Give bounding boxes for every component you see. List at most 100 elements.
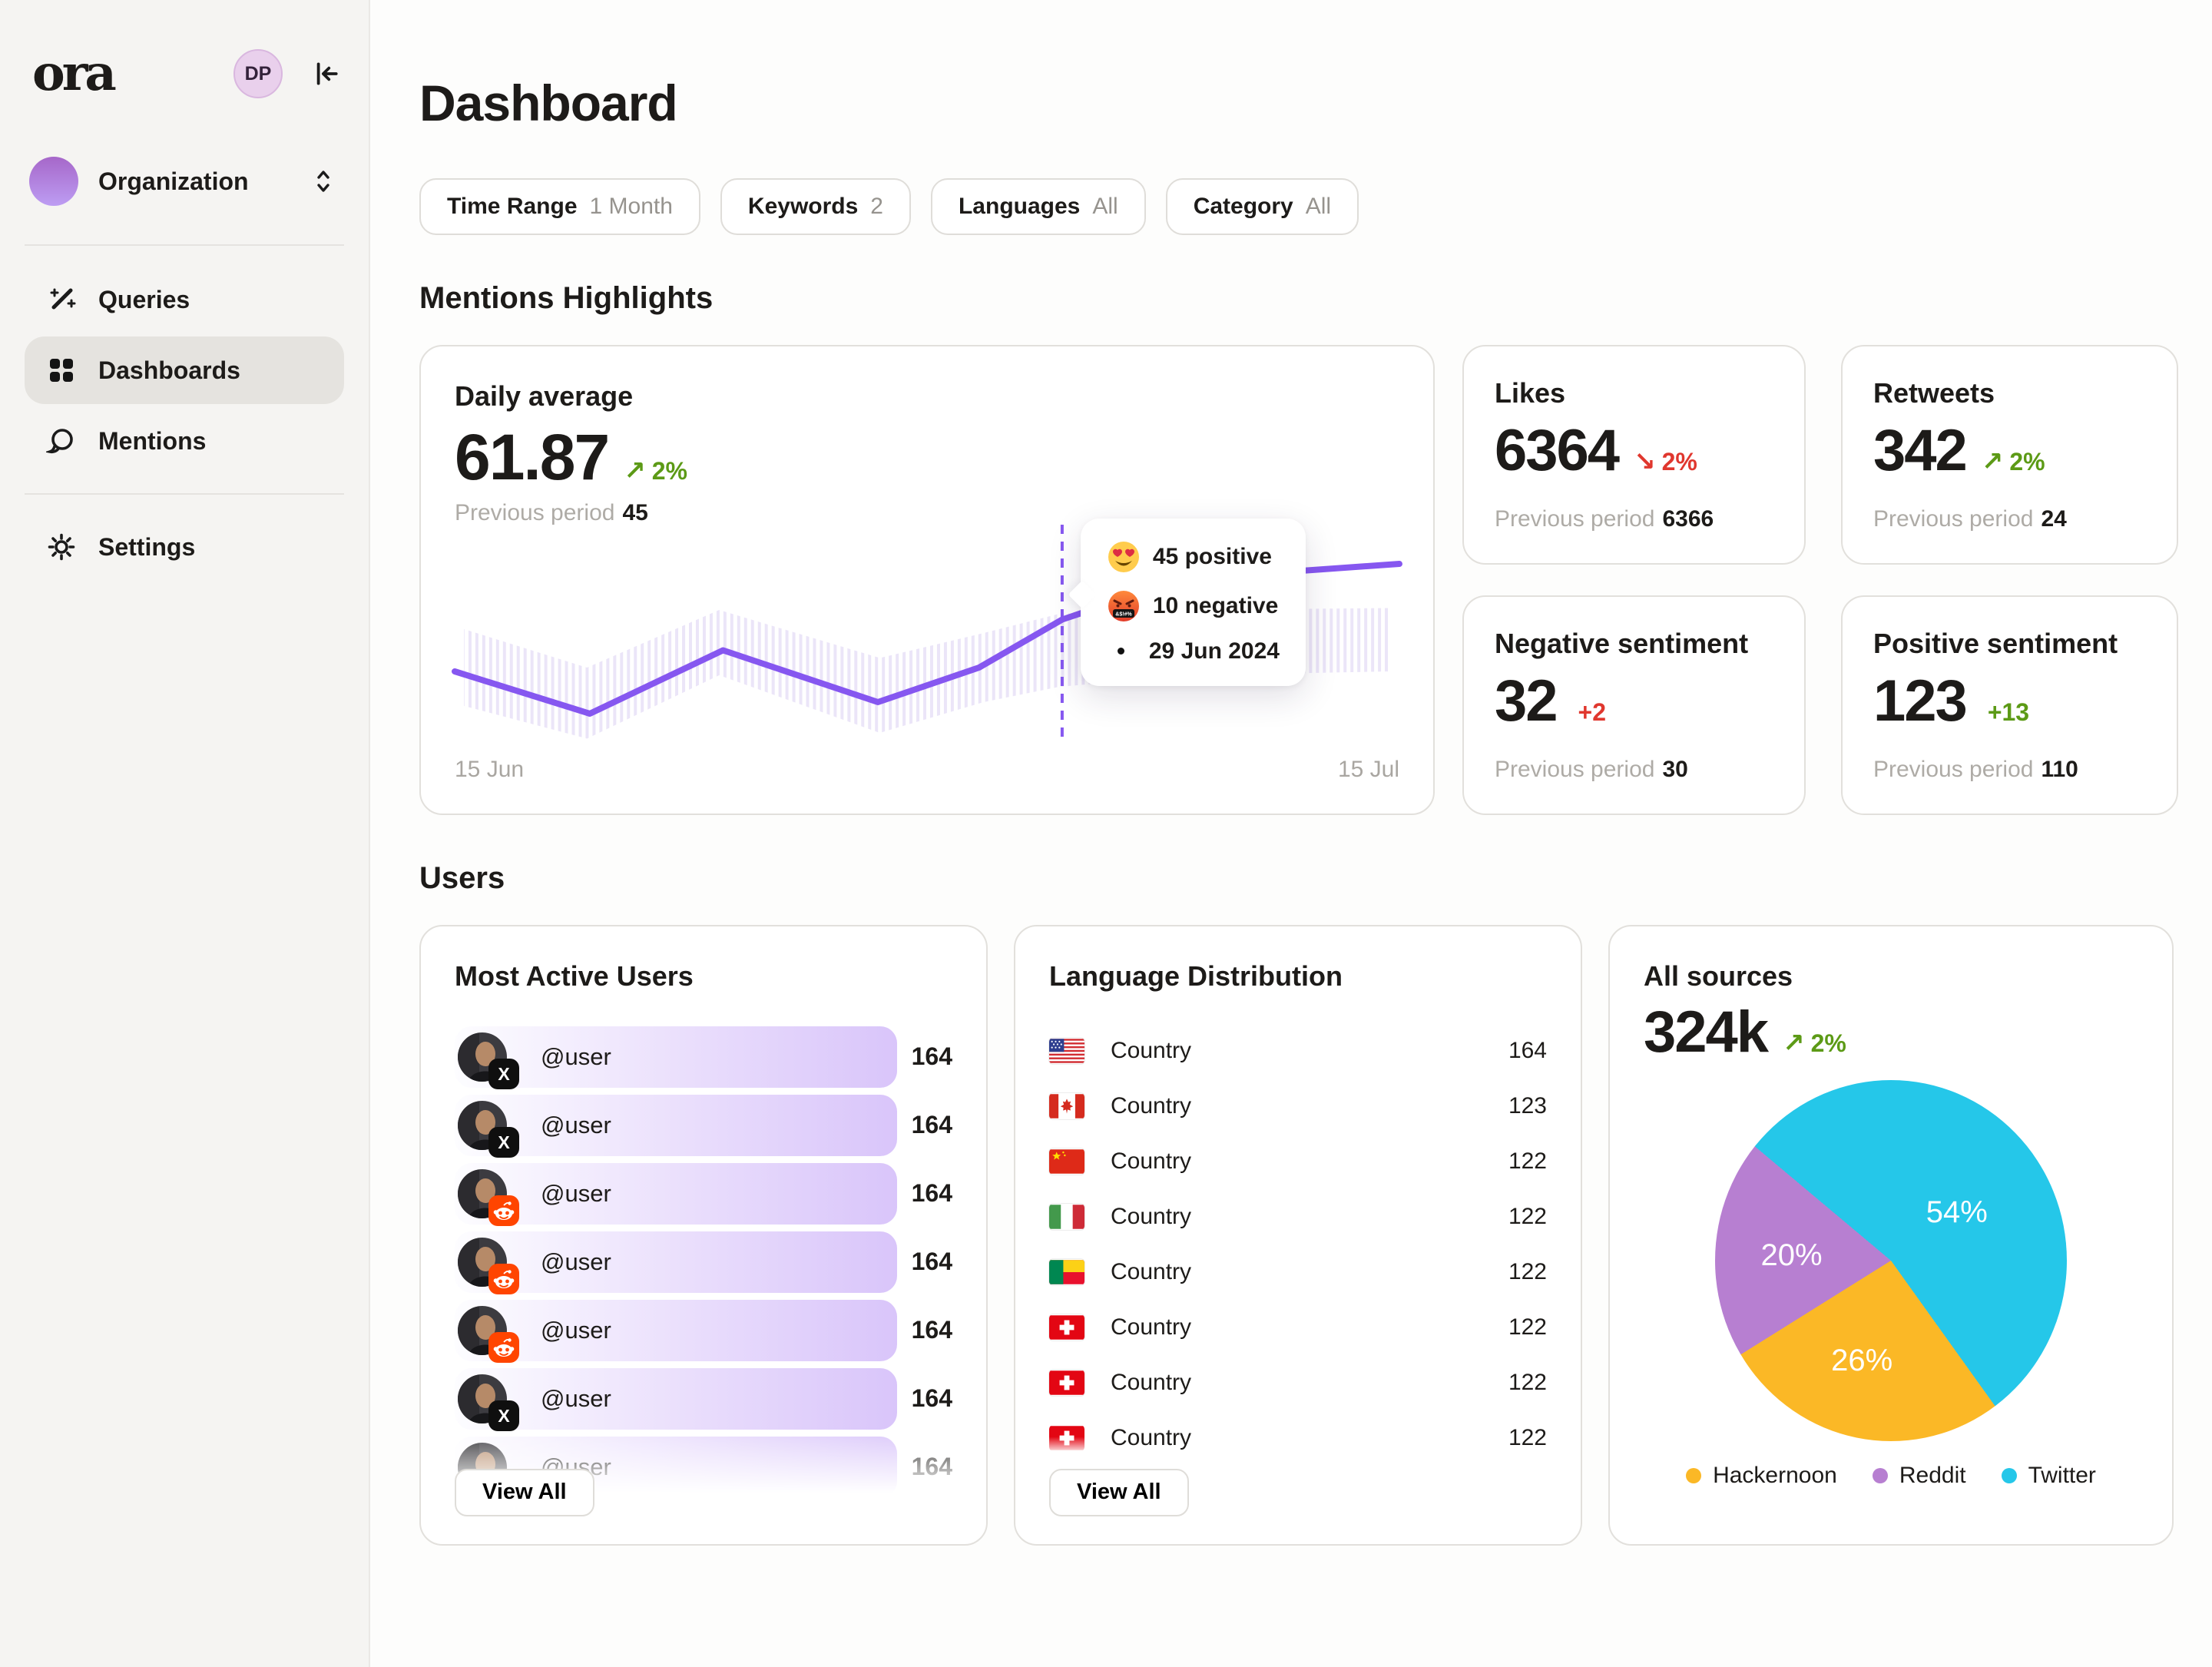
main-content: Dashboard Time Range 1 Month Keywords 2 …	[370, 0, 2212, 1667]
user-activity-bar	[455, 1368, 897, 1430]
filter-chip-value: All	[1306, 194, 1331, 220]
legend-dot-icon	[1873, 1468, 1888, 1483]
stat-card: Positive sentiment 123 +13 Previous peri…	[1841, 595, 2178, 815]
sidebar-item-queries[interactable]: Queries	[25, 266, 344, 333]
filter-chip-category[interactable]: Category All	[1166, 178, 1359, 235]
legend-item: Twitter	[2002, 1463, 2096, 1489]
filter-chip-keywords[interactable]: Keywords 2	[720, 178, 911, 235]
user-avatar: X	[458, 1306, 507, 1355]
country-count: 122	[1508, 1204, 1547, 1230]
sidebar-nav-label: Queries	[98, 286, 190, 314]
language-row: Country 164	[1049, 1023, 1547, 1079]
active-user-row[interactable]: X @user 164	[455, 1026, 952, 1088]
country-count: 123	[1508, 1093, 1547, 1119]
user-handle: @user	[541, 1180, 611, 1208]
country-label: Country	[1111, 1038, 1191, 1064]
country-count: 122	[1508, 1370, 1547, 1396]
stats-grid: Likes 6364 ↘ 2% Previous period6366 Retw…	[1462, 345, 2178, 815]
user-activity-bar	[455, 1163, 897, 1225]
stat-delta: ↗ 2%	[1982, 446, 2045, 477]
country-label: Country	[1111, 1204, 1191, 1230]
language-row: Country 122	[1049, 1355, 1547, 1410]
country-count: 122	[1508, 1148, 1547, 1175]
country-label: Country	[1111, 1314, 1191, 1341]
stat-title: Likes	[1495, 377, 1773, 409]
daily-average-value: 61.87	[455, 425, 608, 489]
organization-selector[interactable]: Organization	[25, 157, 344, 206]
user-handle: @user	[541, 1317, 611, 1344]
active-user-row[interactable]: X @user 164	[455, 1163, 952, 1225]
user-avatar: X	[458, 1238, 507, 1287]
user-avatar: X	[458, 1101, 507, 1150]
country-flag-icon	[1049, 1314, 1084, 1341]
user-handle: @user	[541, 1112, 611, 1139]
country-label: Country	[1111, 1148, 1191, 1175]
stat-value: 6364	[1495, 422, 1618, 480]
country-label: Country	[1111, 1425, 1191, 1451]
network-badge: X	[488, 1127, 519, 1158]
active-user-row[interactable]: X @user 164	[455, 1095, 952, 1156]
sidebar-item-settings[interactable]: Settings	[25, 513, 344, 581]
card-title: Daily average	[455, 380, 1399, 413]
country-flag-icon	[1049, 1370, 1084, 1396]
reddit-icon	[488, 1195, 519, 1226]
previous-period: Previous period30	[1495, 757, 1773, 783]
country-count: 164	[1508, 1038, 1547, 1064]
pie-slice-label: 20%	[1761, 1238, 1823, 1273]
network-badge: X	[488, 1400, 519, 1431]
angry-cursing-emoji-icon: &$!#%	[1107, 589, 1141, 623]
x-twitter-icon: X	[488, 1400, 519, 1431]
chart-x-axis: 15 Jun 15 Jul	[455, 757, 1399, 783]
filter-chip-languages[interactable]: Languages All	[931, 178, 1146, 235]
daily-average-chart[interactable]: 45 positive &$!#%	[455, 552, 1399, 744]
x-axis-end: 15 Jul	[1338, 757, 1399, 783]
stat-delta: +2	[1572, 698, 1606, 727]
user-activity-bar	[455, 1231, 897, 1293]
legend-dot-icon	[1686, 1468, 1701, 1483]
divider	[25, 493, 344, 495]
trend-up-icon: ↗	[1783, 1028, 1805, 1059]
collapse-sidebar-icon[interactable]	[309, 58, 341, 90]
heart-eyes-emoji-icon	[1107, 540, 1141, 574]
reddit-icon	[488, 1332, 519, 1363]
active-user-row[interactable]: X @user 164	[455, 1368, 952, 1430]
tooltip-date: 29 Jun 2024	[1149, 638, 1280, 664]
country-flag-icon	[1049, 1093, 1084, 1119]
users-list: X @user 164 X	[455, 1026, 952, 1498]
sidebar-item-dashboards[interactable]: Dashboards	[25, 336, 344, 404]
bullet-dot	[1118, 648, 1124, 655]
all-sources-card: All sources 324k ↗ 2% 54% 26% 20% Hacker…	[1608, 925, 2174, 1546]
language-distribution-card: Language Distribution Country 164 Countr…	[1014, 925, 1582, 1546]
view-all-users-button[interactable]: View All	[455, 1469, 594, 1516]
sidebar: ora DP Organization	[0, 0, 370, 1667]
legend-dot-icon	[2002, 1468, 2017, 1483]
sidebar-item-mentions[interactable]: Mentions	[25, 407, 344, 475]
x-axis-start: 15 Jun	[455, 757, 524, 783]
legend-label: Hackernoon	[1713, 1463, 1837, 1489]
legend-label: Twitter	[2028, 1463, 2096, 1489]
language-row: Country 122	[1049, 1300, 1547, 1355]
country-count: 122	[1508, 1314, 1547, 1341]
country-flag-icon	[1049, 1425, 1084, 1451]
user-avatar[interactable]: DP	[233, 49, 283, 98]
filter-bar: Time Range 1 Month Keywords 2 Languages …	[419, 178, 2178, 235]
dashboard-app: ora DP Organization	[0, 0, 2212, 1667]
view-all-languages-button[interactable]: View All	[1049, 1469, 1189, 1516]
dashboard-grid-icon	[46, 355, 77, 386]
active-user-row[interactable]: X @user 164	[455, 1231, 952, 1293]
all-sources-delta: ↗ 2%	[1783, 1028, 1846, 1059]
pie-slice-label: 54%	[1926, 1195, 1988, 1230]
filter-chip-label: Languages	[959, 194, 1080, 220]
active-user-row[interactable]: X @user 164	[455, 1300, 952, 1361]
sidebar-nav-label: Mentions	[98, 427, 206, 456]
country-flag-icon	[1049, 1204, 1084, 1230]
daily-average-card: Daily average 61.87 ↗ 2% Previous period…	[419, 345, 1435, 815]
stat-delta: ↘ 2%	[1634, 446, 1697, 477]
stat-card: Retweets 342 ↗ 2% Previous period24	[1841, 345, 2178, 565]
stat-title: Negative sentiment	[1495, 628, 1773, 660]
language-row: Country 123	[1049, 1079, 1547, 1134]
country-label: Country	[1111, 1093, 1191, 1119]
gear-icon	[46, 532, 77, 562]
filter-chip-time-range[interactable]: Time Range 1 Month	[419, 178, 700, 235]
user-activity-bar	[455, 1095, 897, 1156]
